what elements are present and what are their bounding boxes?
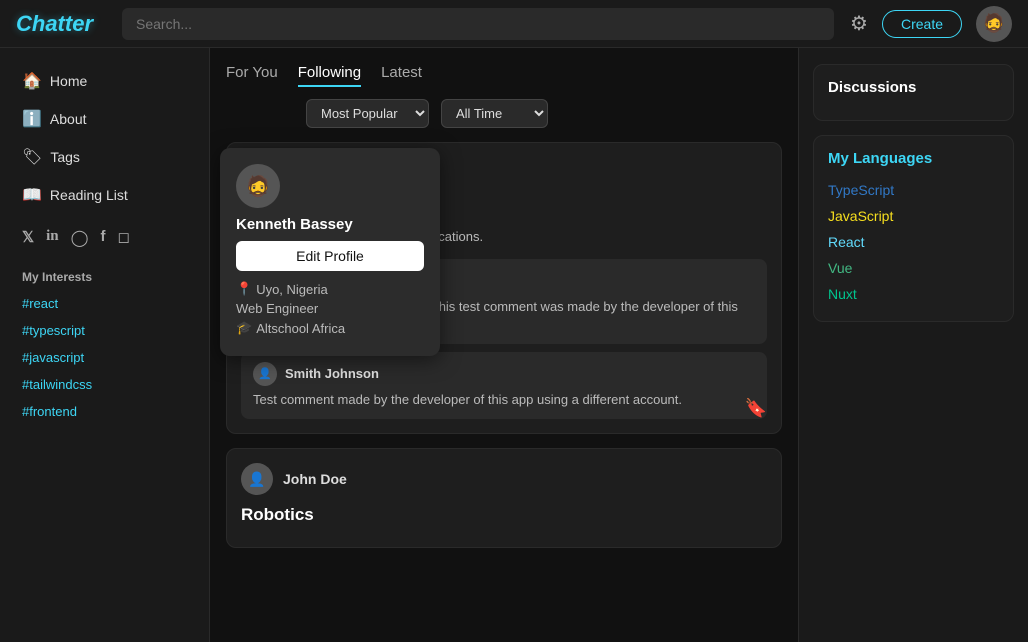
- discussions-title: Discussions: [828, 79, 999, 96]
- right-panel: Discussions My Languages TypeScript Java…: [798, 48, 1028, 642]
- interest-tag-javascript[interactable]: #javascript: [12, 346, 197, 369]
- my-languages-title: My Languages: [828, 150, 999, 167]
- post-header: 👤 John Doe: [241, 463, 767, 495]
- popup-role: Web Engineer: [236, 301, 424, 316]
- avatar[interactable]: 🧔: [976, 6, 1012, 42]
- my-interests-title: My Interests: [12, 260, 197, 288]
- language-item-react[interactable]: React: [828, 229, 999, 255]
- sidebar-item-about[interactable]: ℹ️ About: [12, 102, 197, 136]
- sidebar-item-home[interactable]: 🏠 Home: [12, 64, 197, 98]
- popup-school: 🎓 Altschool Africa: [236, 320, 424, 336]
- discussions-section: Discussions: [813, 64, 1014, 121]
- info-icon: ℹ️: [22, 109, 42, 129]
- popup-avatar: 🧔: [236, 164, 280, 208]
- linkedin-icon[interactable]: in: [46, 228, 59, 248]
- tag-icon: 🏷: [22, 147, 42, 167]
- comment-author: Smith Johnson: [285, 366, 379, 381]
- post-card: 👤 John Doe Robotics: [226, 448, 782, 548]
- tab-for-you[interactable]: For You: [226, 64, 278, 87]
- feed-tabs: For You Following Latest: [226, 64, 782, 87]
- interest-tag-react[interactable]: #react: [12, 292, 197, 315]
- comment-avatar: 👤: [253, 362, 277, 386]
- interest-tag-typescript[interactable]: #typescript: [12, 319, 197, 342]
- header: Chatter ⚙ Create 🧔: [0, 0, 1028, 48]
- language-item-nuxt[interactable]: Nuxt: [828, 281, 999, 307]
- twitter-icon[interactable]: 𝕏: [22, 228, 34, 248]
- search-input[interactable]: [122, 8, 834, 40]
- comment-text: Test comment made by the developer of th…: [253, 391, 755, 409]
- bookmark-icon[interactable]: 🔖: [745, 398, 767, 419]
- popup-name: Kenneth Bassey: [236, 216, 424, 233]
- post-avatar: 👤: [241, 463, 273, 495]
- social-links: 𝕏 in ◯ f ◻: [12, 220, 197, 256]
- post-author: John Doe: [283, 471, 347, 487]
- sidebar-item-label: Home: [50, 73, 87, 89]
- languages-section: My Languages TypeScript JavaScript React…: [813, 135, 1014, 322]
- gear-icon[interactable]: ⚙: [850, 11, 868, 36]
- sidebar-item-label: About: [50, 111, 87, 127]
- post-title: Robotics: [241, 505, 767, 525]
- language-item-typescript[interactable]: TypeScript: [828, 177, 999, 203]
- time-filter[interactable]: All Time This Week This Month: [441, 99, 548, 128]
- interest-tag-frontend[interactable]: #frontend: [12, 400, 197, 423]
- header-right: ⚙ Create 🧔: [850, 6, 1012, 42]
- popularity-filter[interactable]: Most Popular Least Popular Trending: [306, 99, 429, 128]
- home-icon: 🏠: [22, 71, 42, 91]
- location-icon: 📍: [236, 281, 252, 297]
- logo: Chatter: [16, 11, 106, 37]
- language-item-javascript[interactable]: JavaScript: [828, 203, 999, 229]
- sidebar-item-reading-list[interactable]: 📖 Reading List: [12, 178, 197, 212]
- main-layout: 🏠 Home ℹ️ About 🏷 Tags 📖 Reading List 𝕏 …: [0, 48, 1028, 642]
- comment-header: 👤 Smith Johnson: [253, 362, 755, 386]
- interest-tag-tailwindcss[interactable]: #tailwindcss: [12, 373, 197, 396]
- instagram-icon[interactable]: ◻: [118, 228, 130, 248]
- sidebar-item-label: Reading List: [50, 187, 128, 203]
- sidebar: 🏠 Home ℹ️ About 🏷 Tags 📖 Reading List 𝕏 …: [0, 48, 210, 642]
- language-item-vue[interactable]: Vue: [828, 255, 999, 281]
- popup-location: 📍 Uyo, Nigeria: [236, 281, 424, 297]
- profile-popup: 🧔 Kenneth Bassey Edit Profile 📍 Uyo, Nig…: [220, 148, 440, 356]
- facebook-icon[interactable]: f: [101, 228, 106, 248]
- sidebar-item-label: Tags: [50, 149, 80, 165]
- tab-latest[interactable]: Latest: [381, 64, 422, 87]
- comment-box: 👤 Smith Johnson Test comment made by the…: [241, 352, 767, 419]
- feed-filters: Most Popular Least Popular Trending All …: [306, 99, 782, 128]
- github-icon[interactable]: ◯: [71, 228, 89, 248]
- feed: For You Following Latest Most Popular Le…: [210, 48, 798, 642]
- create-button[interactable]: Create: [882, 10, 962, 38]
- edit-profile-button[interactable]: Edit Profile: [236, 241, 424, 271]
- tab-following[interactable]: Following: [298, 64, 361, 87]
- book-icon: 📖: [22, 185, 42, 205]
- sidebar-item-tags[interactable]: 🏷 Tags: [12, 140, 197, 174]
- school-icon: 🎓: [236, 320, 252, 336]
